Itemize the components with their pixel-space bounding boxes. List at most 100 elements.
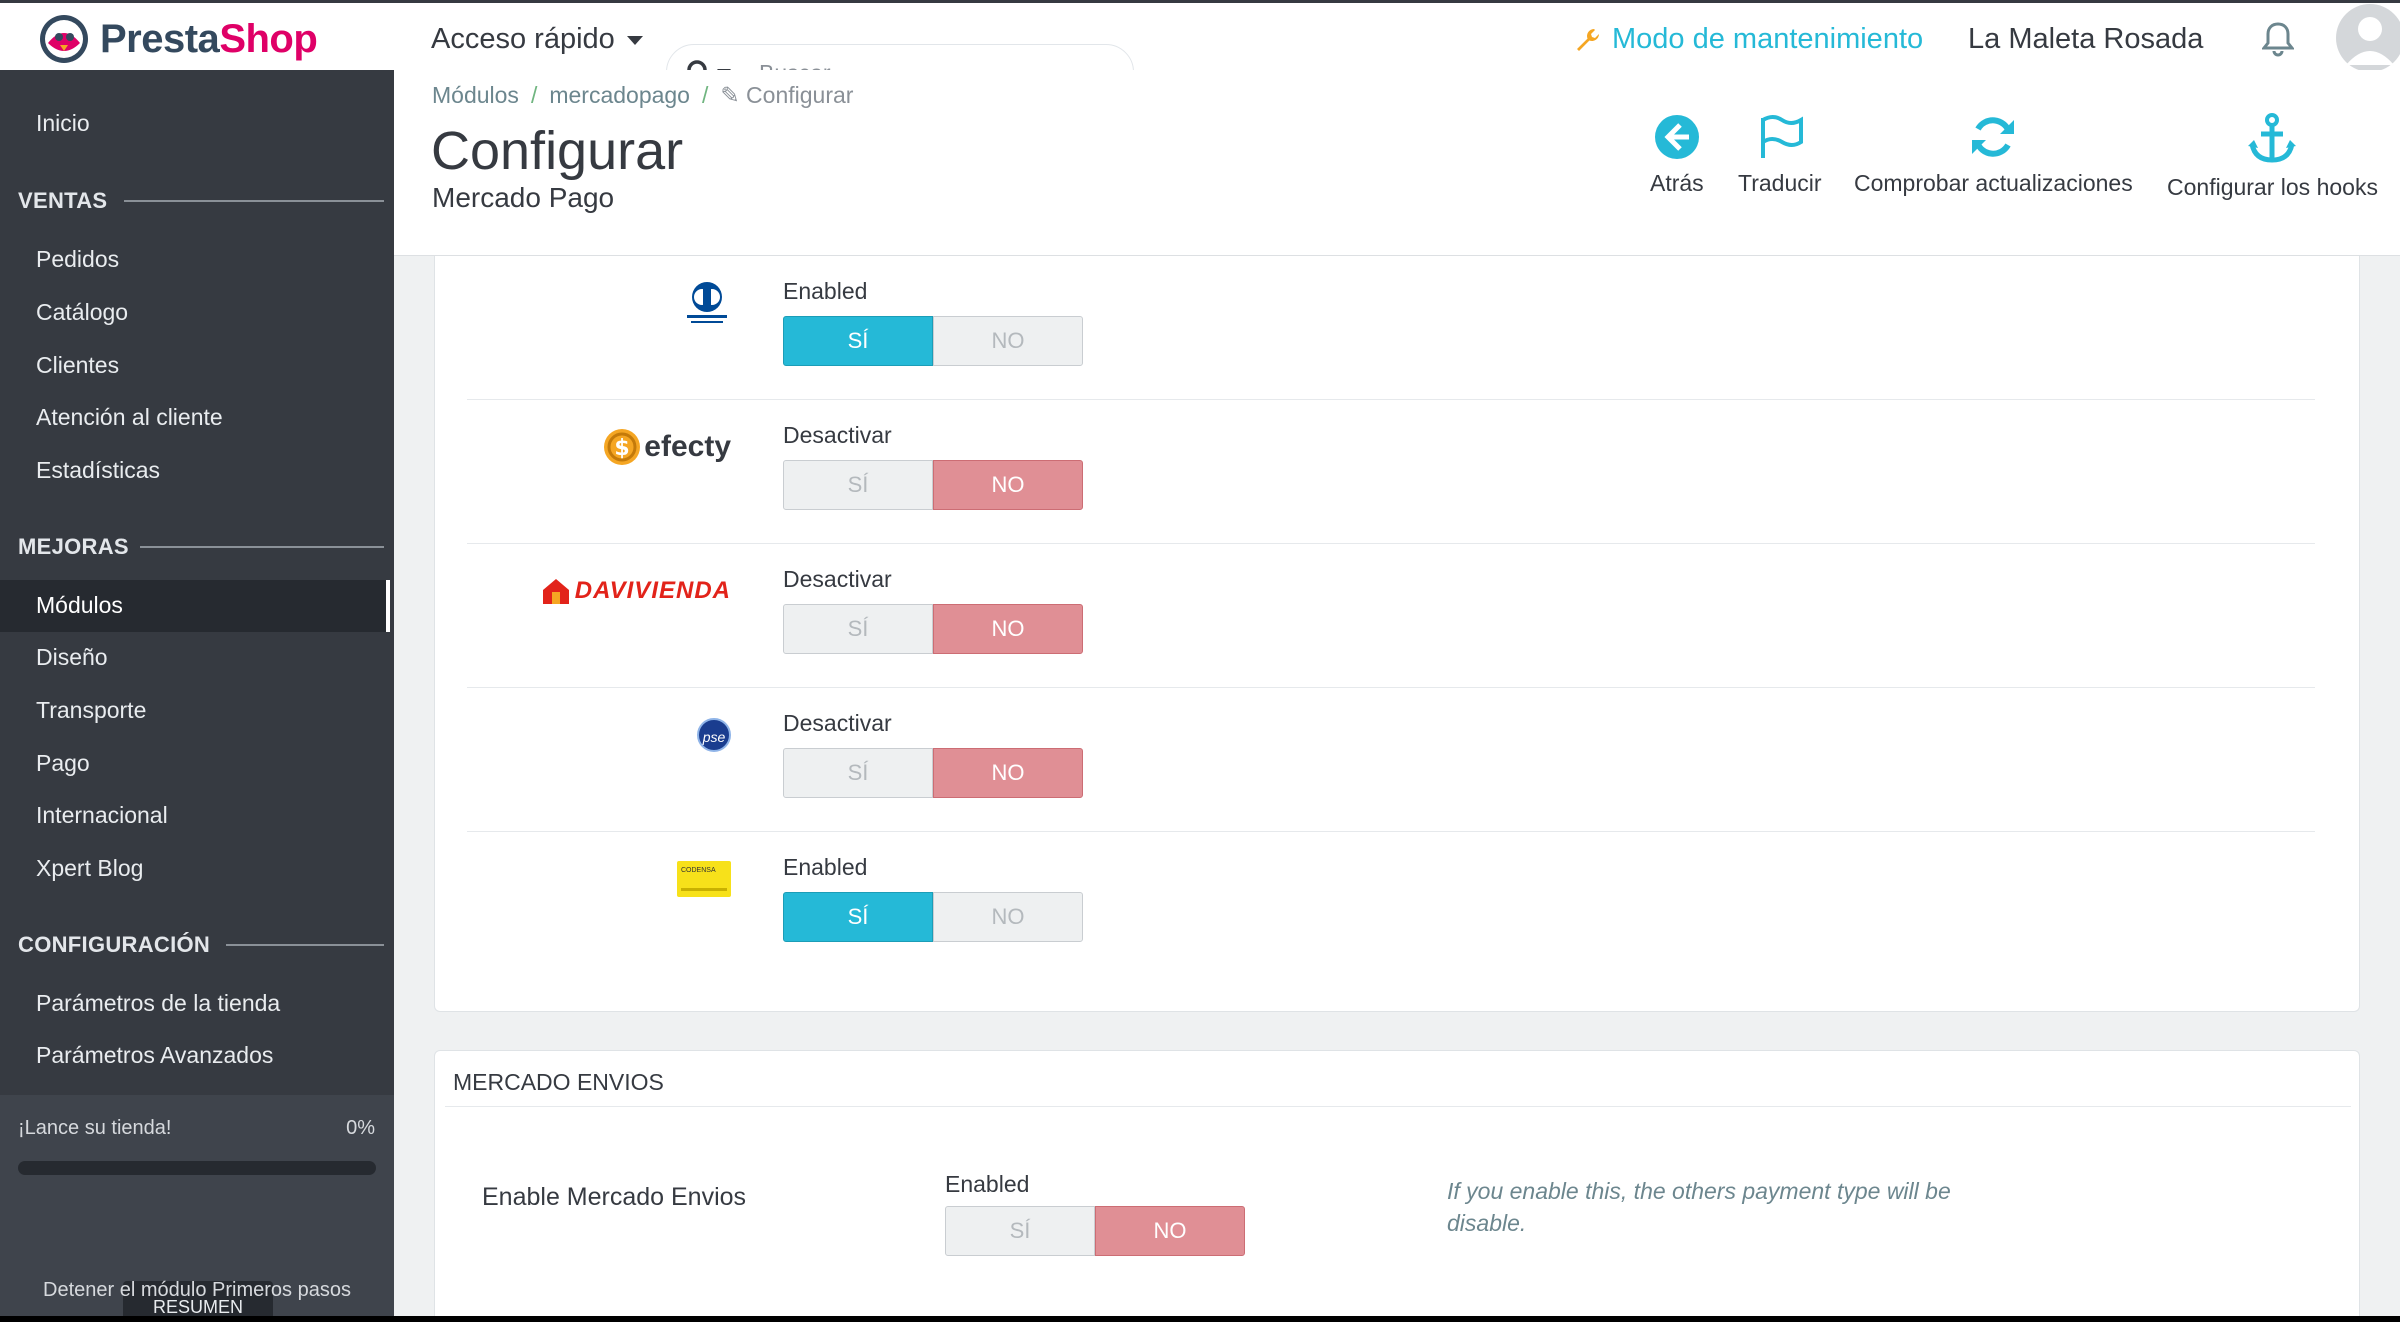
stop-onboarding-link[interactable]: Detener el módulo Primeros pasos: [0, 1279, 394, 1302]
breadcrumb-configurar: Configurar: [746, 82, 854, 108]
breadcrumb-separator: /: [701, 82, 709, 108]
configure-hooks-button[interactable]: Configurar los hooks: [2167, 112, 2378, 201]
status-label: Desactivar: [783, 422, 892, 448]
anchor-icon: [2248, 113, 2297, 163]
wrench-small-icon: ✎: [720, 82, 747, 108]
payment-method-row: $ efecty Desactivar SÍ NO: [467, 400, 2315, 544]
check-updates-label: Comprobar actualizaciones: [1854, 170, 2133, 196]
sidebar: Inicio VENTAS Pedidos Catálogo Clientes …: [0, 70, 394, 1322]
sidebar-item-modulos[interactable]: Módulos: [36, 592, 123, 619]
pse-logo: pse: [697, 710, 731, 760]
payment-method-row: pse Desactivar SÍ NO: [467, 688, 2315, 832]
notification-bell-icon[interactable]: [2262, 21, 2294, 59]
sidebar-item-clientes[interactable]: Clientes: [36, 352, 119, 379]
breadcrumb-modulos[interactable]: Módulos: [432, 82, 519, 108]
svg-text:$: $: [615, 436, 630, 461]
sidebar-item-inicio[interactable]: Inicio: [36, 110, 90, 137]
configure-hooks-label: Configurar los hooks: [2167, 174, 2378, 200]
back-label: Atrás: [1650, 170, 1704, 196]
section-title-mejoras: MEJORAS: [18, 534, 129, 559]
quick-access-label: Acceso rápido: [431, 23, 615, 55]
quick-access-dropdown[interactable]: Acceso rápido: [431, 23, 643, 56]
davivienda-logo: DAVIVIENDA: [541, 566, 731, 616]
switch-yes[interactable]: SÍ: [783, 892, 933, 942]
sidebar-item-atencion[interactable]: Atención al cliente: [36, 404, 223, 431]
efecty-logo: $ efecty: [602, 422, 731, 472]
top-header: PrestaShop Acceso rápido Modo de manteni…: [0, 0, 2400, 73]
switch-no[interactable]: NO: [933, 892, 1083, 942]
back-arrow-icon: [1654, 115, 1699, 159]
toggle-switch[interactable]: SÍ NO: [783, 316, 1083, 366]
switch-yes[interactable]: SÍ: [783, 604, 933, 654]
status-label: Enabled: [783, 854, 868, 880]
shop-name-link[interactable]: La Maleta Rosada: [1968, 23, 2203, 56]
help-text: If you enable this, the others payment t…: [1447, 1178, 1951, 1236]
sidebar-item-pago[interactable]: Pago: [36, 750, 90, 777]
switch-no[interactable]: NO: [933, 748, 1083, 798]
brand-part2: Shop: [219, 16, 318, 61]
switch-yes[interactable]: SÍ: [945, 1206, 1095, 1256]
maintenance-mode-link[interactable]: Modo de mantenimiento: [1574, 23, 1923, 56]
maintenance-label: Modo de mantenimiento: [1612, 23, 1924, 55]
breadcrumb: Módulos / mercadopago / ✎ Configurar: [432, 82, 853, 109]
launch-label: ¡Lance su tienda!: [18, 1117, 172, 1139]
brand-part1: Presta: [100, 16, 220, 61]
page-header: Módulos / mercadopago / ✎ Configurar Configu…: [394, 70, 2400, 256]
toggle-switch[interactable]: SÍ NO: [783, 604, 1083, 654]
back-button[interactable]: Atrás: [1650, 112, 1704, 197]
payment-method-row: DAVIVIENDA Desactivar SÍ NO: [467, 544, 2315, 688]
translate-button[interactable]: Traducir: [1738, 112, 1822, 197]
efecty-logo-text: efecty: [644, 430, 731, 463]
status-label: Enabled: [783, 278, 868, 304]
switch-yes[interactable]: SÍ: [783, 460, 933, 510]
main-content: Enabled SÍ NO $ efecty Desactivar SÍ NO: [394, 256, 2400, 1322]
prestashop-logo[interactable]: PrestaShop: [38, 13, 318, 65]
switch-no[interactable]: NO: [1095, 1206, 1245, 1256]
davivienda-logo-text: DAVIVIENDA: [574, 577, 731, 604]
panel-title: MERCADO ENVIOS: [453, 1069, 664, 1095]
sidebar-item-pedidos[interactable]: Pedidos: [36, 246, 119, 273]
sidebar-item-catalogo[interactable]: Catálogo: [36, 299, 128, 326]
payment-methods-panel: Enabled SÍ NO $ efecty Desactivar SÍ NO: [434, 256, 2360, 1012]
section-divider: [124, 200, 384, 202]
codensa-card-icon: CODENSA: [677, 861, 731, 897]
payment-method-row: Enabled SÍ NO: [467, 256, 2315, 400]
mercado-envios-toggle[interactable]: SÍ NO: [945, 1206, 1245, 1256]
efecty-coin-icon: $: [604, 429, 641, 465]
diners-club-icon: [687, 282, 727, 323]
switch-yes[interactable]: SÍ: [783, 316, 933, 366]
user-avatar[interactable]: [2332, 3, 2400, 73]
sidebar-item-estadisticas[interactable]: Estadísticas: [36, 457, 160, 484]
status-label: Desactivar: [783, 710, 892, 736]
launch-progress-bar: [18, 1161, 376, 1175]
switch-yes[interactable]: SÍ: [783, 748, 933, 798]
sidebar-item-transporte[interactable]: Transporte: [36, 697, 146, 724]
breadcrumb-current: ✎ Configurar: [720, 82, 853, 108]
flag-icon: [1760, 115, 1803, 158]
sidebar-item-internacional[interactable]: Internacional: [36, 802, 168, 829]
switch-no[interactable]: NO: [933, 460, 1083, 510]
davivienda-house-icon: [542, 579, 569, 604]
status-label: Desactivar: [783, 566, 892, 592]
sidebar-item-parametros-avanzados[interactable]: Parámetros Avanzados: [36, 1042, 273, 1069]
codensa-logo: CODENSA: [677, 854, 731, 904]
sidebar-item-xpert-blog[interactable]: Xpert Blog: [36, 855, 143, 882]
toggle-switch[interactable]: SÍ NO: [783, 892, 1083, 942]
section-title-configuracion: CONFIGURACIÓN: [18, 932, 211, 957]
switch-no[interactable]: NO: [933, 604, 1083, 654]
switch-no[interactable]: NO: [933, 316, 1083, 366]
section-divider: [226, 944, 384, 946]
sidebar-item-parametros-tienda[interactable]: Parámetros de la tienda: [36, 990, 280, 1017]
refresh-icon: [1972, 117, 2015, 157]
check-updates-button[interactable]: Comprobar actualizaciones: [1854, 112, 2133, 197]
wrench-icon: [1577, 28, 1599, 51]
page-title: Configurar: [431, 121, 684, 181]
breadcrumb-mercadopago[interactable]: mercadopago: [549, 82, 690, 108]
page-subtitle: Mercado Pago: [432, 182, 615, 213]
toggle-switch[interactable]: SÍ NO: [783, 460, 1083, 510]
codensa-logo-text: CODENSA: [681, 867, 716, 874]
section-divider: [140, 546, 384, 548]
sidebar-item-diseno[interactable]: Diseño: [36, 644, 108, 671]
toggle-switch[interactable]: SÍ NO: [783, 748, 1083, 798]
mercado-envios-panel: MERCADO ENVIOS Enable Mercado Envios Ena…: [434, 1050, 2360, 1322]
